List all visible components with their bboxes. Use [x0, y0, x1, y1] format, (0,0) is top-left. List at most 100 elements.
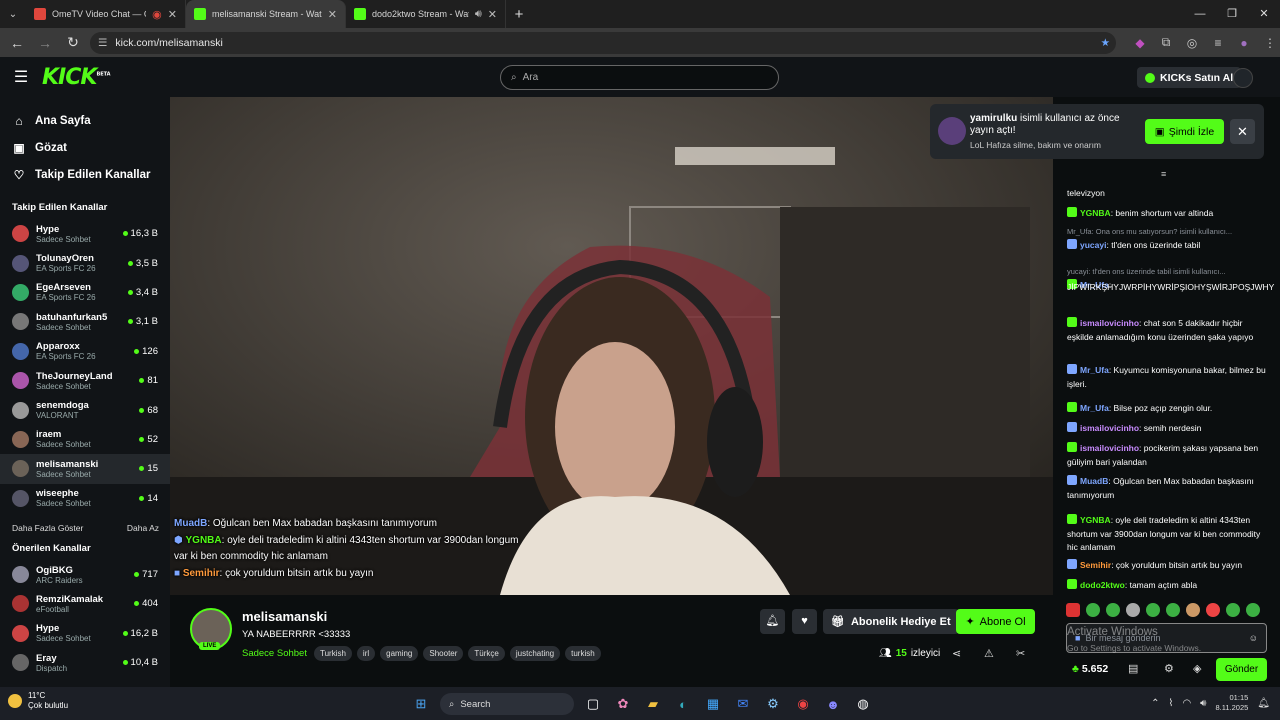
chat-username[interactable]: dodo2ktwo	[1080, 580, 1125, 590]
chat-username[interactable]: YGNBA	[1080, 208, 1111, 218]
new-tab-button[interactable]: +	[506, 6, 532, 23]
taskbar-clock[interactable]: 01:15 8.11.2025	[1215, 693, 1248, 713]
network-icon[interactable]: ⌇	[1169, 698, 1174, 709]
nav-home[interactable]: ⌂ Ana Sayfa	[0, 107, 170, 134]
emote-icon[interactable]	[1126, 603, 1140, 617]
channel-item[interactable]: senemdoga VALORANT 68	[0, 395, 170, 424]
emote-icon[interactable]	[1146, 603, 1160, 617]
stream-tag[interactable]: Turkish	[313, 646, 352, 661]
notification-bell-button[interactable]: 🔔︎	[760, 609, 785, 634]
emote-icon[interactable]	[1106, 603, 1120, 617]
back-icon[interactable]: ←	[6, 35, 28, 51]
show-less-link[interactable]: Daha Az	[127, 523, 159, 533]
kicks-balance[interactable]: ♣ 5.652	[1072, 663, 1108, 675]
copilot-icon[interactable]: ✿	[612, 693, 634, 715]
taskbar-search[interactable]: ⌕ Search	[440, 693, 574, 715]
emoji-icon[interactable]: ☺	[1249, 633, 1258, 643]
report-icon[interactable]: ⚠	[984, 647, 994, 660]
user-avatar[interactable]	[1233, 68, 1253, 88]
channel-item[interactable]: RemziKamalak eFootball 404	[0, 589, 170, 618]
store-icon[interactable]: ▦	[702, 693, 724, 715]
chat-username[interactable]: Mr_Ufa	[1080, 403, 1109, 413]
channel-item[interactable]: batuhanfurkan5 Sadece Sohbet 3,1 B	[0, 307, 170, 336]
reload-icon[interactable]: ↻	[62, 34, 84, 51]
channel-item[interactable]: TheJourneyLand Sadece Sohbet 81	[0, 366, 170, 395]
discord-icon[interactable]: ☻	[822, 693, 844, 715]
profile-sync-icon[interactable]: ◎	[1182, 36, 1202, 50]
nav-browse[interactable]: ▣ Gözat	[0, 134, 170, 161]
share-icon[interactable]: ⋖	[952, 647, 961, 660]
outlook-icon[interactable]: ✉	[732, 693, 754, 715]
browser-tab-3[interactable]: dodo2ktwo Stream - Watch 🔊︎ ✕	[346, 0, 506, 28]
stream-tag[interactable]: turkish	[565, 646, 601, 661]
volume-icon[interactable]: 🔊︎	[1200, 698, 1206, 709]
kick-logo[interactable]: KICKBETA	[42, 65, 111, 90]
stream-tag[interactable]: Shooter	[423, 646, 464, 661]
show-more-link[interactable]: Daha Fazla Göster	[12, 523, 83, 533]
notification-icon[interactable]: 🔔︎	[1257, 698, 1270, 709]
chrome-icon[interactable]: ◉	[792, 693, 814, 715]
chat-emote-icon[interactable]: ◈	[1193, 662, 1201, 675]
channel-item[interactable]: Apparoxx EA Sports FC 26 126	[0, 337, 170, 366]
channel-item[interactable]: iraem Sadece Sohbet 52	[0, 425, 170, 454]
tab-close-icon[interactable]: ✕	[328, 8, 337, 21]
chat-username[interactable]: YGNBA	[1080, 515, 1111, 525]
menu-icon[interactable]: ☰	[0, 67, 42, 87]
speaker-icon[interactable]: 🔊︎	[475, 8, 482, 21]
chat-username[interactable]: ismailovicinho	[1080, 443, 1139, 453]
chat-filter-icon[interactable]: ≡	[1161, 169, 1166, 179]
stream-tag[interactable]: irl	[356, 646, 376, 661]
app-icon[interactable]: ◍	[852, 693, 874, 715]
tray-chevron-icon[interactable]: ⌃	[1151, 698, 1159, 709]
channel-item[interactable]: Hype Sadece Sohbet 16,3 B	[0, 219, 170, 248]
wifi-icon[interactable]: ◠	[1182, 698, 1191, 709]
chrome-menu-icon[interactable]: ⋮	[1260, 36, 1280, 50]
weather-widget[interactable]: 11°C Çok bulutlu	[8, 691, 68, 711]
windows-start-icon[interactable]: ⊞	[410, 693, 432, 715]
extensions-puzzle-icon[interactable]: ⧉	[1156, 35, 1176, 50]
emote-icon[interactable]	[1166, 603, 1180, 617]
bookmark-star-icon[interactable]: ★	[1101, 37, 1110, 49]
site-info-icon[interactable]: ☰	[98, 37, 107, 49]
gift-sub-button[interactable]: 🎁︎ Abonelik Hediye Et	[823, 609, 959, 634]
emote-icon[interactable]	[1246, 603, 1260, 617]
channel-item[interactable]: wiseephe Sadece Sohbet 14	[0, 484, 170, 513]
edge-icon[interactable]: ◐	[672, 693, 694, 715]
channel-item[interactable]: Hype Sadece Sohbet 16,2 B	[0, 619, 170, 648]
channel-item[interactable]: OgiBKG ARC Raiders 717	[0, 560, 170, 589]
emote-icon[interactable]	[1226, 603, 1240, 617]
channel-item[interactable]: TolunayOren EA Sports FC 26 3,5 B	[0, 248, 170, 277]
chat-username[interactable]: ismailovicinho	[1080, 423, 1139, 433]
tab-close-icon[interactable]: ✕	[488, 8, 497, 21]
browser-tab-1[interactable]: OmeTV Video Chat — Ome ◉ ✕	[26, 0, 186, 28]
nav-following[interactable]: ♡ Takip Edilen Kanallar	[0, 161, 170, 188]
stream-tag[interactable]: Türkçe	[468, 646, 505, 661]
settings-app-icon[interactable]: ⚙	[762, 693, 784, 715]
tab-search-icon[interactable]: ⌄	[0, 9, 26, 20]
emote-icon[interactable]	[1206, 603, 1220, 617]
follow-heart-button[interactable]: ♥	[792, 609, 817, 634]
chat-rules-icon[interactable]: ▤	[1128, 662, 1138, 675]
task-view-icon[interactable]: ▢	[582, 693, 604, 715]
stream-category[interactable]: Sadece Sohbet	[242, 648, 307, 659]
channel-item[interactable]: Eray Dispatch 10,4 B	[0, 648, 170, 677]
close-window-icon[interactable]: ✕	[1248, 0, 1280, 28]
streamer-name[interactable]: melisamanski	[242, 609, 327, 624]
emote-icon[interactable]	[1066, 603, 1080, 617]
chat-username[interactable]: Semihir	[1080, 560, 1111, 570]
file-explorer-icon[interactable]: ▰	[642, 693, 664, 715]
minimize-icon[interactable]: —	[1184, 0, 1216, 28]
watch-now-button[interactable]: ▣ Şimdi İzle	[1145, 119, 1224, 144]
chat-settings-icon[interactable]: ⚙	[1164, 662, 1174, 675]
emote-icon[interactable]	[1186, 603, 1200, 617]
chat-username[interactable]: Mr_Ufa	[1080, 365, 1109, 375]
emote-icon[interactable]	[1086, 603, 1100, 617]
buy-kicks-button[interactable]: KICKs Satın Al	[1137, 67, 1242, 88]
search-input[interactable]: ⌕ Ara	[500, 65, 779, 90]
chat-username[interactable]: yucayi	[1080, 240, 1106, 250]
maximize-icon[interactable]: ❐	[1216, 0, 1248, 28]
chat-username[interactable]: MuadB	[1080, 476, 1108, 486]
channel-item[interactable]: EgeArseven EA Sports FC 26 3,4 B	[0, 278, 170, 307]
send-button[interactable]: Gönder	[1216, 658, 1267, 681]
url-field[interactable]: ☰ kick.com/melisamanski ★	[90, 31, 1116, 54]
